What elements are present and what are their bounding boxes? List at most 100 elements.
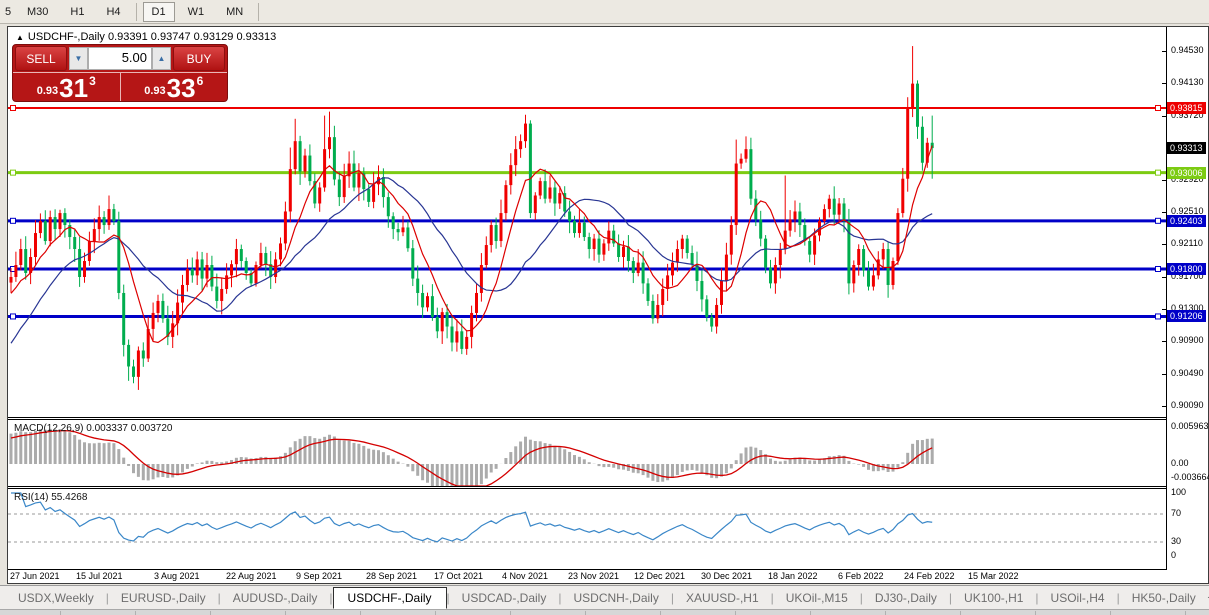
price-axis-label: 0 bbox=[1171, 550, 1177, 560]
sell-button[interactable]: SELL bbox=[15, 46, 67, 71]
one-click-trading-panel: SELL ▼ 5.00 ▲ BUY 0.93 31 3 0.93 33 6 bbox=[12, 44, 228, 102]
date-axis-label: 30 Dec 2021 bbox=[701, 571, 753, 581]
time-axis-line bbox=[8, 569, 1166, 570]
price-axis-label: 0.93006 bbox=[1167, 166, 1206, 179]
toolbar-separator bbox=[258, 2, 260, 21]
axis-tick bbox=[1162, 50, 1166, 52]
price-axis-label: 0.92403 bbox=[1167, 214, 1206, 227]
sell-price-big: 31 bbox=[59, 73, 89, 102]
price-axis-label: 0.93815 bbox=[1167, 102, 1206, 114]
axis-tick bbox=[1162, 115, 1166, 117]
buy-price[interactable]: 0.93 33 6 bbox=[121, 73, 228, 102]
rsi-indicator-pane[interactable] bbox=[8, 489, 1166, 569]
volume-input[interactable]: 5.00 bbox=[88, 47, 152, 70]
chart-tab-hk50[interactable]: HK50-,Daily bbox=[1120, 588, 1208, 608]
date-axis-label: 15 Mar 2022 bbox=[968, 571, 1019, 581]
time-axis-labels: 27 Jun 2021 15 Jul 2021 3 Aug 2021 22 Aug 2… bbox=[8, 571, 1166, 583]
date-axis-label: 6 Feb 2022 bbox=[838, 571, 884, 581]
price-axis-label: 100 bbox=[1171, 487, 1187, 497]
price-axis-label: 30 bbox=[1171, 536, 1182, 546]
strip-separator bbox=[210, 611, 211, 615]
price-axis-label: -0.003664 bbox=[1171, 472, 1209, 482]
date-axis-label: 3 Aug 2021 bbox=[154, 571, 200, 581]
chart-tab-ukoil[interactable]: UKOil-,M15 bbox=[774, 588, 860, 608]
timeframe-button-mn[interactable]: MN bbox=[217, 2, 252, 22]
price-axis-label: 0.005963 bbox=[1171, 421, 1209, 431]
date-axis-label: 28 Sep 2021 bbox=[366, 571, 418, 581]
strip-separator bbox=[810, 611, 811, 615]
strip-separator bbox=[435, 611, 436, 615]
axis-tick bbox=[1162, 340, 1166, 342]
bottom-strip bbox=[0, 609, 1209, 615]
chart-ohlc-values: 0.93391 0.93747 0.93129 0.93313 bbox=[107, 31, 277, 43]
price-axis-label: 0.90090 bbox=[1171, 399, 1204, 410]
axis-tick bbox=[1162, 212, 1166, 214]
date-axis-label: 27 Jun 2021 bbox=[10, 571, 60, 581]
price-axis-label: 0.92110 bbox=[1171, 238, 1203, 249]
buy-button[interactable]: BUY bbox=[173, 46, 225, 71]
strip-separator bbox=[1185, 611, 1186, 615]
chart-tab-bar: USDX,Weekly | EURUSD-,Daily | AUDUSD-,Daily |… bbox=[0, 585, 1209, 609]
timeframe-button-h1[interactable]: H1 bbox=[61, 2, 93, 22]
strip-separator bbox=[285, 611, 286, 615]
timeframe-toolbar: 5 M30 H1 H4 D1 W1 MN bbox=[0, 0, 1209, 24]
sell-price[interactable]: 0.93 31 3 bbox=[13, 73, 121, 102]
toolbar-separator bbox=[135, 2, 137, 21]
strip-separator bbox=[1110, 611, 1111, 615]
axis-tick bbox=[1162, 179, 1166, 181]
chart-tab-usdcnh[interactable]: USDCNH-,Daily bbox=[561, 588, 670, 608]
strip-separator bbox=[360, 611, 361, 615]
chart-tab-dj30[interactable]: DJ30-,Daily bbox=[863, 588, 949, 608]
price-axis-label: 0.91206 bbox=[1167, 310, 1206, 323]
price-axis-label: 0.00 bbox=[1171, 458, 1189, 468]
strip-separator bbox=[660, 611, 661, 615]
strip-separator bbox=[885, 611, 886, 615]
date-axis-label: 18 Jan 2022 bbox=[768, 571, 818, 581]
date-axis-label: 24 Feb 2022 bbox=[904, 571, 955, 581]
strip-separator bbox=[510, 611, 511, 615]
price-axis-label: 70 bbox=[1171, 508, 1182, 518]
chart-tab-uk100[interactable]: UK100-,H1 bbox=[952, 588, 1035, 608]
chart-tab-xauusd[interactable]: XAUUSD-,H1 bbox=[674, 588, 771, 608]
chart-tab-usdx[interactable]: USDX,Weekly bbox=[6, 588, 106, 608]
strip-separator bbox=[1035, 611, 1036, 615]
buy-price-sup: 6 bbox=[196, 74, 204, 88]
axis-tick bbox=[1162, 373, 1166, 375]
macd-label: MACD(12,26,9) 0.003337 0.003720 bbox=[14, 423, 173, 434]
price-axis-label: 0.94530 bbox=[1171, 44, 1204, 55]
macd-indicator-pane[interactable] bbox=[8, 421, 1166, 486]
volume-decrease-button[interactable]: ▼ bbox=[69, 47, 88, 70]
timeframe-button-w1[interactable]: W1 bbox=[179, 2, 214, 22]
date-axis-label: 15 Jul 2021 bbox=[76, 571, 123, 581]
strip-separator bbox=[735, 611, 736, 615]
chart-tab-usdchf[interactable]: USDCHF-,Daily bbox=[332, 586, 447, 609]
collapse-arrow-icon[interactable]: ▲ bbox=[16, 33, 24, 42]
date-axis-label: 4 Nov 2021 bbox=[502, 571, 549, 581]
axis-tick bbox=[1162, 308, 1166, 310]
date-axis-label: 12 Dec 2021 bbox=[634, 571, 686, 581]
date-axis-label: 22 Aug 2021 bbox=[226, 571, 277, 581]
price-axis-label: 0.93313 bbox=[1167, 142, 1206, 155]
strip-separator bbox=[60, 611, 61, 615]
timeframe-button-d1[interactable]: D1 bbox=[142, 1, 175, 22]
buy-price-big: 33 bbox=[166, 73, 196, 102]
axis-tick bbox=[1162, 405, 1166, 407]
timeframe-button-m30[interactable]: M30 bbox=[18, 2, 57, 22]
sell-price-sup: 3 bbox=[89, 74, 96, 88]
timeframe-button-5[interactable]: 5 bbox=[2, 2, 14, 22]
chart-tab-eurusd[interactable]: EURUSD-,Daily bbox=[109, 588, 218, 608]
chart-tab-usoil[interactable]: USOil-,H4 bbox=[1039, 588, 1117, 608]
strip-separator bbox=[135, 611, 136, 615]
date-axis-label: 9 Sep 2021 bbox=[296, 571, 343, 581]
chart-tab-audusd[interactable]: AUDUSD-,Daily bbox=[221, 588, 330, 608]
axis-tick bbox=[1162, 244, 1166, 246]
pane-splitter[interactable] bbox=[8, 417, 1166, 420]
volume-increase-button[interactable]: ▲ bbox=[152, 47, 171, 70]
buy-price-prefix: 0.93 bbox=[144, 85, 166, 97]
price-axis-label: 0.90900 bbox=[1171, 334, 1204, 345]
price-axis-label: 0.90490 bbox=[1171, 367, 1204, 378]
chart-tab-usdcad[interactable]: USDCAD-,Daily bbox=[450, 588, 559, 608]
timeframe-button-h4[interactable]: H4 bbox=[97, 2, 129, 22]
trading-terminal: 5 M30 H1 H4 D1 W1 MN ▲ USDCHF-,Daily 0.93391 0.… bbox=[0, 0, 1209, 615]
sell-price-prefix: 0.93 bbox=[36, 85, 59, 97]
